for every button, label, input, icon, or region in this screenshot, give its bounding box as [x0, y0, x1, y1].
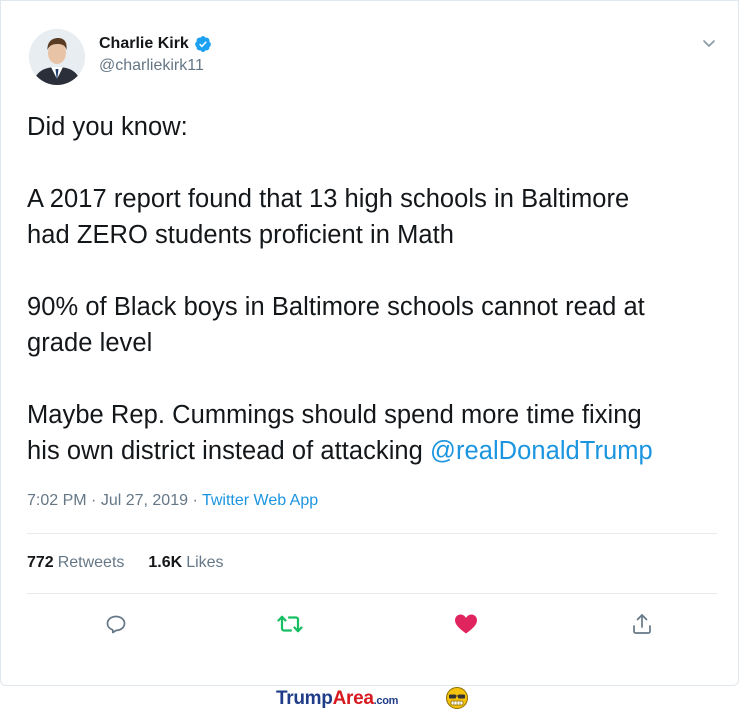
retweet-icon[interactable] — [275, 609, 305, 639]
verified-badge-icon — [194, 35, 212, 53]
tweet-line: his own district instead of attacking @r… — [27, 433, 717, 469]
user-handle[interactable]: @charliekirk11 — [99, 57, 212, 75]
tweet-source-link[interactable]: Twitter Web App — [202, 492, 318, 509]
tweet-line: A 2017 report found that 13 high schools… — [27, 185, 630, 213]
watermark-area: Area — [332, 688, 374, 709]
tweet-line: grade level — [27, 329, 153, 357]
tweet-line-text: his own district instead of attacking — [27, 437, 431, 465]
mention-link[interactable]: @realDonaldTrump — [430, 437, 653, 465]
meta-separator: · — [188, 492, 202, 509]
retweets-count: 772 — [27, 554, 54, 571]
tweet-time[interactable]: 7:02 PM — [27, 492, 87, 509]
tweet-line: Maybe Rep. Cummings should spend more ti… — [27, 401, 642, 429]
watermark-footer: TrumpArea.com — [0, 686, 740, 711]
likes-stat[interactable]: 1.6K Likes — [148, 554, 223, 572]
chevron-down-icon[interactable] — [699, 33, 719, 53]
tweet-line: had ZERO students proficient in Math — [27, 221, 455, 249]
emoji-face-icon — [444, 686, 470, 710]
divider — [27, 533, 717, 534]
user-names: Charlie Kirk @charliekirk11 — [99, 35, 212, 75]
tweet-header: Charlie Kirk @charliekirk11 — [29, 29, 719, 89]
tweet-card: Charlie Kirk @charliekirk11 Did you know… — [0, 0, 739, 686]
tweet-line: Did you know: — [27, 113, 188, 141]
divider — [27, 593, 717, 594]
site-watermark: TrumpArea.com — [276, 688, 398, 710]
tweet-text: Did you know: A 2017 report found that 1… — [27, 109, 717, 469]
likes-label: Likes — [186, 554, 224, 571]
reply-icon[interactable] — [101, 609, 131, 639]
tweet-meta: 7:02 PM · Jul 27, 2019 · Twitter Web App — [27, 492, 318, 510]
like-icon[interactable] — [451, 609, 481, 639]
tweet-line: 90% of Black boys in Baltimore schools c… — [27, 293, 645, 321]
retweets-label: Retweets — [57, 554, 125, 571]
meta-separator: · — [86, 492, 101, 509]
retweets-stat[interactable]: 772 Retweets — [27, 554, 124, 572]
watermark-com: .com — [373, 695, 399, 707]
watermark-trump: Trump — [276, 688, 333, 709]
display-name[interactable]: Charlie Kirk — [99, 35, 189, 53]
likes-count: 1.6K — [148, 554, 183, 571]
share-icon[interactable] — [627, 609, 657, 639]
tweet-actions — [1, 609, 740, 639]
tweet-stats: 772 Retweets 1.6K Likes — [27, 554, 224, 572]
avatar[interactable] — [29, 29, 85, 85]
tweet-date[interactable]: Jul 27, 2019 — [101, 492, 188, 509]
